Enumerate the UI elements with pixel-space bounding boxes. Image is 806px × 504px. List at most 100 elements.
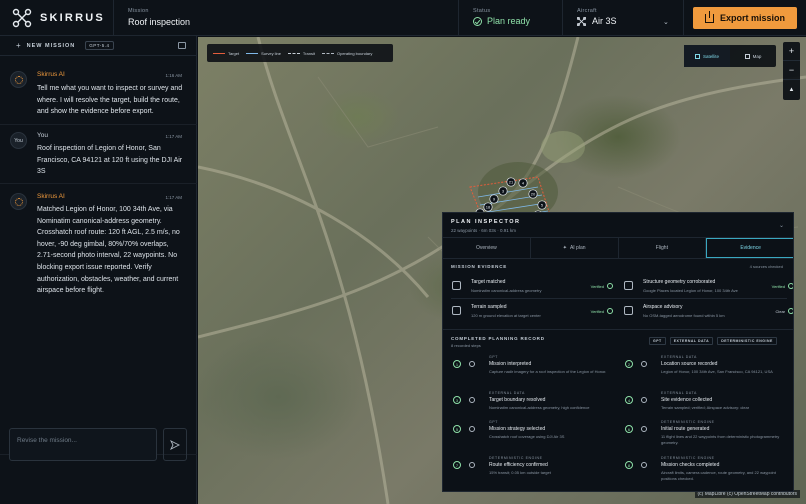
check-icon	[607, 283, 613, 289]
evidence-count: 4 sources checked	[749, 264, 783, 269]
message-text: Roof inspection of Legion of Honor, San …	[37, 145, 183, 176]
collapse-icon[interactable]: ⌄	[779, 222, 784, 229]
waypoint-label: 20	[531, 192, 536, 197]
waypoint-marker[interactable]: 9	[489, 194, 499, 204]
legend-operating-boundary: Operating boundary	[322, 51, 372, 56]
send-icon	[170, 439, 180, 450]
step-icon	[469, 397, 475, 403]
zoom-controls: + − ▲	[783, 42, 800, 100]
aircraft-select[interactable]: Aircraft Air 3S ⌄	[577, 8, 672, 26]
skirrus-logo-icon	[12, 8, 32, 28]
map-layer-button[interactable]: Map	[730, 45, 776, 67]
step-icon	[641, 426, 647, 432]
status-label: Status	[473, 8, 491, 14]
map-layer-toggle: Satellite Map	[684, 45, 776, 67]
send-button[interactable]	[163, 428, 187, 461]
waypoint-marker[interactable]: 4	[518, 178, 528, 188]
step-icon	[641, 361, 647, 367]
export-mission-label: Export mission	[719, 13, 785, 23]
ai-avatar	[10, 193, 27, 210]
top-bar: SKIRRUS Mission Roof inspection Status P…	[0, 0, 806, 36]
map-icon	[744, 53, 750, 59]
model-chip[interactable]: GPT-5.4	[85, 41, 114, 50]
chip-deterministic-engine[interactable]: DETERMINISTIC ENGINE	[717, 337, 777, 345]
legend-transit: Transit	[287, 51, 315, 56]
chip-external-data[interactable]: EXTERNAL DATA	[669, 337, 714, 345]
record-step: 7 DETERMINISTIC ENGINE Route efficiency …	[453, 456, 618, 490]
check-circle-icon	[473, 16, 482, 26]
legend-survey-line: Survey line	[246, 51, 281, 56]
aircraft-dropdown[interactable]: Air 3S ⌄	[577, 16, 672, 26]
chevron-down-icon: ⌄	[663, 19, 669, 26]
inspector-title: PLAN INSPECTOR	[451, 219, 521, 225]
legend-target: Target	[213, 51, 239, 56]
plus-icon: +	[16, 41, 22, 50]
new-mission-button[interactable]: + NEW MISSION	[16, 41, 75, 50]
mission-header: Mission Roof inspection	[128, 8, 190, 27]
record-title: COMPLETED PLANNING RECORD	[451, 336, 545, 341]
tab-ai-plan[interactable]: ✦ AI plan	[531, 238, 619, 258]
mission-title: Roof inspection	[128, 17, 191, 27]
step-icon	[641, 397, 647, 403]
aircraft-label: Aircraft	[577, 8, 597, 14]
step-icon	[469, 361, 475, 367]
zoom-in-button[interactable]: +	[783, 42, 800, 61]
evidence-item: Airspace advisory No OSM-tagged aerodrom…	[624, 302, 793, 324]
target-icon	[452, 281, 461, 290]
tab-flight[interactable]: Flight	[619, 238, 707, 258]
download-icon	[704, 10, 714, 23]
step-icon	[469, 426, 475, 432]
zoom-out-button[interactable]: −	[783, 61, 800, 80]
app-logo[interactable]: SKIRRUS	[12, 8, 105, 28]
waypoint-label: 18	[486, 205, 491, 210]
waypoint-marker[interactable]: 3	[498, 186, 508, 196]
user-avatar: You	[10, 132, 27, 149]
inspector-header: PLAN INSPECTOR 22 waypoints · 6m 03s · 0…	[451, 219, 521, 233]
record-step: 1 GPT Mission interpreted Capture nadir …	[453, 355, 618, 389]
map-legend: Target Survey line Transit Operating bou…	[207, 44, 393, 62]
message-author: You	[37, 132, 48, 139]
aircraft-value: Air 3S	[592, 16, 617, 26]
waypoint-marker[interactable]: 20	[528, 189, 538, 199]
status-badge: Plan ready	[473, 16, 530, 26]
step-icon	[641, 462, 647, 468]
skirrus-ai-icon	[14, 75, 23, 84]
check-icon	[607, 308, 613, 314]
chat-history-icon[interactable]	[178, 42, 186, 49]
waypoint-marker[interactable]: 18	[483, 202, 493, 212]
message-text: Tell me what you want to inspect or surv…	[37, 85, 183, 116]
message-time: 1:16 AM	[165, 73, 182, 78]
sparkle-icon: ✦	[562, 245, 567, 251]
record-filter-chips: GPT EXTERNAL DATA DETERMINISTIC ENGINE	[649, 337, 777, 345]
terrain-icon	[452, 306, 461, 315]
satellite-layer-button[interactable]: Satellite	[684, 45, 730, 67]
ai-avatar	[10, 71, 27, 88]
airspace-icon	[624, 306, 633, 315]
waypoint-marker[interactable]: 5	[537, 200, 547, 210]
chat-toolbar: + NEW MISSION GPT-5.4	[0, 36, 196, 56]
message-time: 1:17 AM	[165, 195, 182, 200]
mission-label: Mission	[128, 8, 149, 14]
drone-icon	[577, 16, 586, 26]
tab-overview[interactable]: Overview	[443, 238, 531, 258]
chip-gpt[interactable]: GPT	[649, 337, 666, 345]
skirrus-ai-icon	[14, 197, 23, 206]
export-mission-button[interactable]: Export mission	[693, 7, 797, 29]
message-author: Skirrus AI	[37, 71, 65, 78]
mission-input[interactable]: Revise the mission...	[9, 428, 157, 461]
evidence-item: Target matched Nominatim canonical-addre…	[452, 277, 622, 299]
new-mission-label: NEW MISSION	[26, 42, 76, 49]
compass-button[interactable]: ▲	[783, 80, 800, 99]
record-subtitle: 8 recorded steps	[451, 343, 481, 348]
tab-evidence[interactable]: Evidence	[706, 238, 793, 258]
waypoint-marker[interactable]: 21	[506, 177, 516, 187]
record-step: 8 DETERMINISTIC ENGINE Mission checks co…	[625, 456, 790, 490]
building-icon	[624, 281, 633, 290]
plan-inspector: PLAN INSPECTOR 22 waypoints · 6m 03s · 0…	[442, 212, 794, 492]
evidence-item: Structure geometry corroborated Google P…	[624, 277, 793, 299]
record-step: 6 DETERMINISTIC ENGINE Initial route gen…	[625, 420, 790, 454]
status-block: Status Plan ready	[473, 8, 530, 26]
evidence-title: MISSION EVIDENCE	[451, 264, 508, 269]
satellite-icon	[694, 53, 700, 59]
message-author: Skirrus AI	[37, 193, 65, 200]
